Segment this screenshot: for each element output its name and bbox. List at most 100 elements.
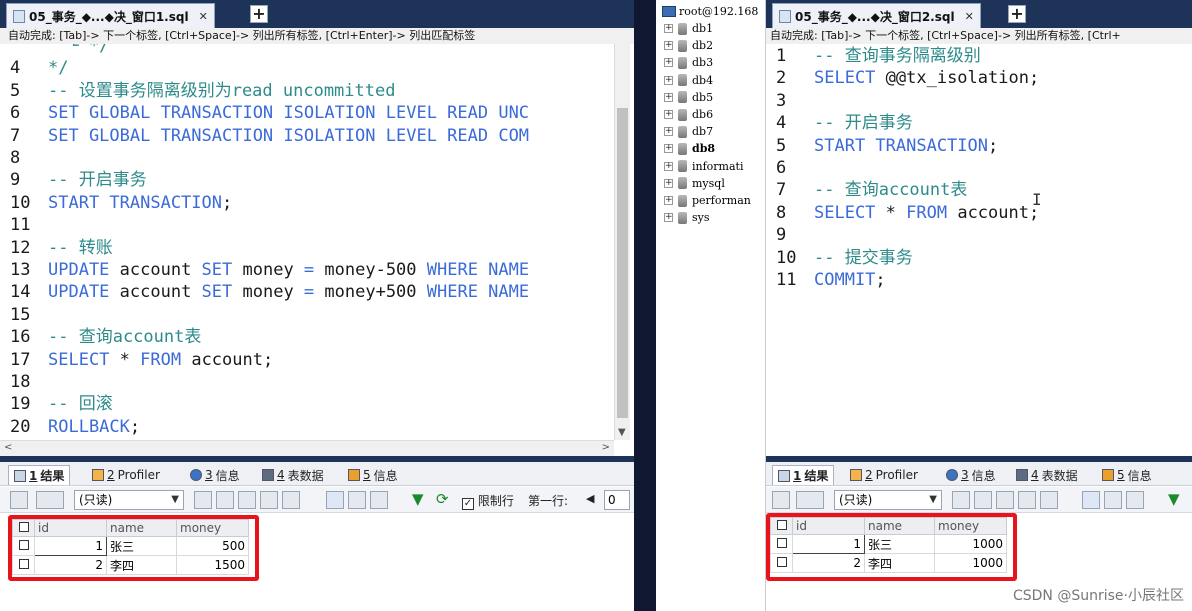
first-row-input[interactable]: 0 xyxy=(604,490,630,510)
new-tab-button[interactable]: + xyxy=(250,5,268,23)
tab-result[interactable]: 1 结果 xyxy=(8,465,71,485)
database-node[interactable]: + mysql xyxy=(664,175,725,192)
import-dropdown-icon[interactable] xyxy=(36,491,64,509)
filter-icon[interactable]: ▼ xyxy=(412,490,424,508)
table-row[interactable]: 2 李四 1000 xyxy=(770,553,1007,573)
code-line[interactable]: 8 SELECT * FROM account; xyxy=(766,202,1039,224)
cell-money[interactable]: 1000 xyxy=(934,553,1007,573)
code-line[interactable]: └ */ xyxy=(0,44,109,57)
column-header-name[interactable]: name xyxy=(106,519,177,537)
delete-icon[interactable] xyxy=(1018,491,1036,509)
code-line[interactable]: 8 xyxy=(0,147,48,169)
save-icon[interactable] xyxy=(996,491,1014,509)
code-line[interactable]: 11 xyxy=(0,214,48,236)
code-line[interactable]: 4 -- 开启事务 xyxy=(766,112,913,134)
expand-icon[interactable]: + xyxy=(664,92,673,102)
code-line[interactable]: 1 -- 查询事务隔离级别 xyxy=(766,45,981,67)
readonly-select[interactable]: (只读) ▼ xyxy=(834,490,942,510)
database-node[interactable]: + performan xyxy=(664,192,751,209)
database-node[interactable]: + sys xyxy=(664,209,710,226)
cell-id[interactable]: 1 xyxy=(792,534,865,554)
code-line[interactable]: 12 -- 转账 xyxy=(0,237,113,259)
table-row[interactable]: 1 张三 1000 xyxy=(770,534,1007,554)
refresh-icon[interactable]: ⟳ xyxy=(436,490,449,508)
code-line[interactable]: 2 SELECT @@tx_isolation; xyxy=(766,67,1039,89)
code-line[interactable]: 9 -- 开启事务 xyxy=(0,169,147,191)
cancel-icon[interactable] xyxy=(282,491,300,509)
column-header-id[interactable]: id xyxy=(792,517,865,535)
text-view-icon[interactable] xyxy=(1126,491,1144,509)
tab-profiler[interactable]: 2 Profiler xyxy=(850,465,918,485)
cell-money[interactable]: 500 xyxy=(176,536,249,556)
code-line[interactable]: 7 -- 查询account表 xyxy=(766,179,967,201)
column-header-money[interactable]: money xyxy=(176,519,249,537)
row-checkbox[interactable] xyxy=(770,553,793,573)
cell-id[interactable]: 1 xyxy=(34,536,107,556)
code-line[interactable]: 14 UPDATE account SET money = money+500 W… xyxy=(0,281,529,303)
cell-id[interactable]: 2 xyxy=(34,555,107,575)
close-icon[interactable]: ✕ xyxy=(199,10,208,23)
export-icon[interactable] xyxy=(772,491,790,509)
code-line[interactable]: 6 xyxy=(766,157,814,179)
code-line[interactable]: 15 xyxy=(0,304,48,326)
tab-table-data[interactable]: 4 表数据 xyxy=(1016,465,1078,485)
database-node[interactable]: + db6 xyxy=(664,106,713,123)
tab-result[interactable]: 1 结果 xyxy=(772,465,835,485)
text-view-icon[interactable] xyxy=(370,491,388,509)
expand-icon[interactable]: + xyxy=(664,75,673,85)
right-sql-editor[interactable]: 1 -- 查询事务隔离级别 2 SELECT @@tx_isolation; 3 4 -- … xyxy=(766,44,1192,456)
database-node[interactable]: + db4 xyxy=(664,72,713,89)
left-editor-hscrollbar[interactable]: < > xyxy=(0,440,614,456)
database-node[interactable]: + db2 xyxy=(664,37,713,54)
tab-info[interactable]: 3 信息 xyxy=(946,465,996,485)
expand-icon[interactable]: + xyxy=(664,24,673,33)
table-row[interactable]: 1 张三 500 xyxy=(12,536,249,556)
cancel-icon[interactable] xyxy=(1040,491,1058,509)
scroll-right-icon[interactable]: > xyxy=(602,442,610,453)
database-node[interactable]: + db3 xyxy=(664,54,713,71)
server-node[interactable]: root@192.168 xyxy=(662,5,758,18)
select-all-cell[interactable] xyxy=(12,519,35,537)
cell-name[interactable]: 张三 xyxy=(864,534,935,554)
code-line[interactable]: 16 -- 查询account表 xyxy=(0,326,201,348)
close-icon[interactable]: ✕ xyxy=(965,10,974,23)
expand-icon[interactable]: + xyxy=(664,41,673,51)
save-icon[interactable] xyxy=(238,491,256,509)
new-tab-button[interactable]: + xyxy=(1008,5,1026,23)
table-row[interactable]: 2 李四 1500 xyxy=(12,555,249,575)
insert-row-icon[interactable] xyxy=(194,491,212,509)
right-query-tab[interactable]: 05_事务_◆...◆决_窗口2.sql ✕ xyxy=(772,3,981,28)
tab-table-data[interactable]: 4 表数据 xyxy=(262,465,324,485)
export-icon[interactable] xyxy=(10,491,28,509)
delete-icon[interactable] xyxy=(260,491,278,509)
row-checkbox[interactable] xyxy=(12,536,35,556)
tab-info-2[interactable]: 5 信息 xyxy=(1102,465,1152,485)
column-header-id[interactable]: id xyxy=(34,519,107,537)
readonly-select[interactable]: (只读) ▼ xyxy=(74,490,184,510)
expand-icon[interactable]: + xyxy=(664,213,673,223)
code-line[interactable]: 4 */ xyxy=(0,57,68,79)
scroll-left-icon[interactable]: < xyxy=(4,442,12,453)
code-line[interactable]: 7 SET GLOBAL TRANSACTION ISOLATION LEVEL … xyxy=(0,125,529,147)
tab-info[interactable]: 3 信息 xyxy=(190,465,240,485)
left-vscroll-thumb[interactable] xyxy=(617,108,628,418)
expand-icon[interactable]: + xyxy=(664,127,673,137)
database-node[interactable]: + db8 xyxy=(664,140,715,157)
code-line[interactable]: 11 COMMIT; xyxy=(766,269,886,291)
filter-icon[interactable]: ▼ xyxy=(1168,490,1180,508)
database-node[interactable]: + db5 xyxy=(664,89,713,106)
left-sql-editor[interactable]: └ */ 4 */ 5 -- 设置事务隔离级别为read uncommitted 6 SET… xyxy=(0,44,614,440)
cell-money[interactable]: 1000 xyxy=(934,534,1007,554)
cell-name[interactable]: 李四 xyxy=(864,553,935,573)
form-view-icon[interactable] xyxy=(1104,491,1122,509)
cell-name[interactable]: 李四 xyxy=(106,555,177,575)
tab-profiler[interactable]: 2 Profiler xyxy=(92,465,160,485)
left-query-tab[interactable]: 05_事务_◆...◆决_窗口1.sql ✕ xyxy=(6,3,215,28)
database-node[interactable]: + db7 xyxy=(664,123,713,140)
prev-page-icon[interactable]: ◀ xyxy=(586,492,594,505)
code-line[interactable]: 5 -- 设置事务隔离级别为read uncommitted xyxy=(0,80,395,102)
expand-icon[interactable]: + xyxy=(664,58,673,68)
expand-icon[interactable]: + xyxy=(664,110,673,119)
database-node[interactable]: + db1 xyxy=(664,20,713,37)
database-node[interactable]: + informati xyxy=(664,158,743,175)
